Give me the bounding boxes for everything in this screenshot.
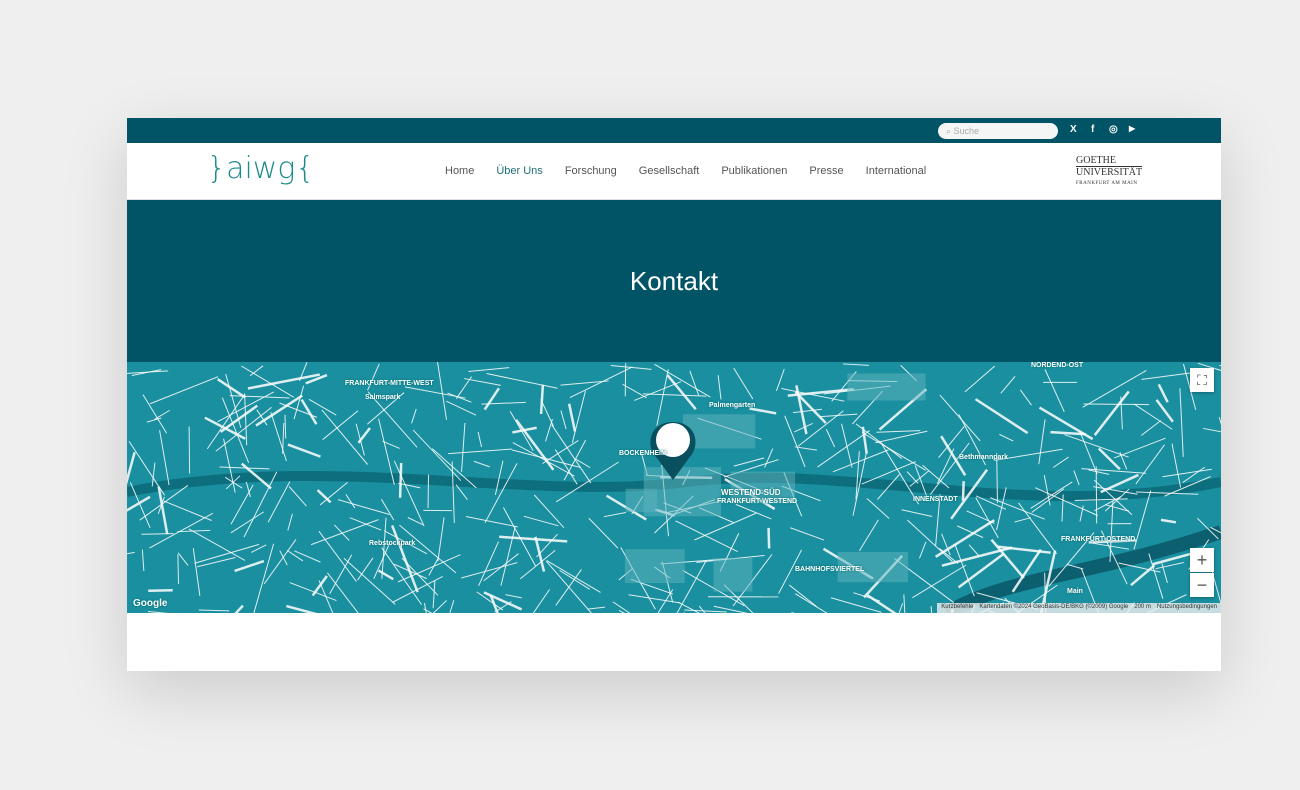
facebook-icon[interactable]: f (1091, 124, 1094, 135)
search-input[interactable]: ⌕ Suche (938, 123, 1058, 139)
terms-link[interactable]: Nutzungsbedingungen (1157, 604, 1217, 612)
map-label: BAHNHOFSVIERTEL (795, 566, 865, 573)
nav-publikationen[interactable]: Publikationen (721, 165, 787, 177)
hero-banner: Kontakt (127, 200, 1221, 362)
google-logo[interactable]: Google (133, 598, 167, 609)
map-label: Rebstockpark (369, 540, 416, 547)
fullscreen-button[interactable]: ⛶ (1190, 368, 1214, 392)
zoom-in-button[interactable]: + (1190, 548, 1214, 572)
map-label: BOCKENHEIM (619, 450, 667, 457)
map-label: WESTEND-SÜD (721, 488, 781, 497)
nav-ueber-uns[interactable]: Über Uns (496, 165, 542, 177)
nav-gesellschaft[interactable]: Gesellschaft (639, 165, 700, 177)
goethe-university-logo[interactable]: GOETHE UNIVERSITÄT FRANKFURT AM MAIN (1076, 155, 1143, 189)
map-label: FRANKFURT-WESTEND (717, 498, 798, 505)
x-icon[interactable]: X (1070, 124, 1077, 135)
logo[interactable]: }aiwg{ (207, 151, 314, 186)
nav-forschung[interactable]: Forschung (565, 165, 617, 177)
map-label: FRANKFURT-OSTEND (1061, 536, 1136, 543)
main-nav: Home Über Uns Forschung Gesellschaft Pub… (445, 165, 926, 177)
map-label: Bethmannpark (959, 454, 1009, 461)
page: ⌕ Suche X f ◎ ▶ }aiwg{ Home Über Uns For… (127, 118, 1221, 671)
search-placeholder: Suche (953, 126, 980, 136)
partner-line2: UNIVERSITÄT (1076, 166, 1143, 178)
keyboard-shortcuts-link[interactable]: Kurzbefehle (941, 604, 973, 612)
map-label: Main (1067, 588, 1083, 595)
map-streets (127, 362, 1221, 613)
header: }aiwg{ Home Über Uns Forschung Gesellsch… (127, 143, 1221, 200)
google-map[interactable]: FRANKFURT-MITTE-WEST Salmspark BOCKENHEI… (127, 362, 1221, 613)
nav-international[interactable]: International (866, 165, 927, 177)
zoom-out-button[interactable]: − (1190, 573, 1214, 597)
partner-line3: FRANKFURT AM MAIN (1076, 181, 1138, 186)
instagram-icon[interactable]: ◎ (1109, 124, 1118, 135)
nav-home[interactable]: Home (445, 165, 474, 177)
partner-line1: GOETHE (1076, 155, 1116, 166)
map-label: Palmengarten (709, 402, 756, 409)
map-label: NORDEND-OST (1031, 362, 1084, 369)
map-attribution: Kurzbefehle Kartendaten ©2024 GeoBasis-D… (937, 603, 1221, 613)
map-scale[interactable]: 200 m (1134, 604, 1151, 612)
youtube-icon[interactable]: ▶ (1129, 124, 1135, 133)
map-label: FRANKFURT-MITTE-WEST (345, 380, 434, 387)
map-label: Salmspark (365, 394, 401, 401)
page-title: Kontakt (629, 265, 719, 296)
top-bar: ⌕ Suche X f ◎ ▶ (127, 118, 1221, 143)
map-data-credit: Kartendaten ©2024 GeoBasis-DE/BKG (©2009… (979, 604, 1129, 610)
nav-presse[interactable]: Presse (809, 165, 843, 177)
map-label: INNENSTADT (913, 496, 958, 503)
